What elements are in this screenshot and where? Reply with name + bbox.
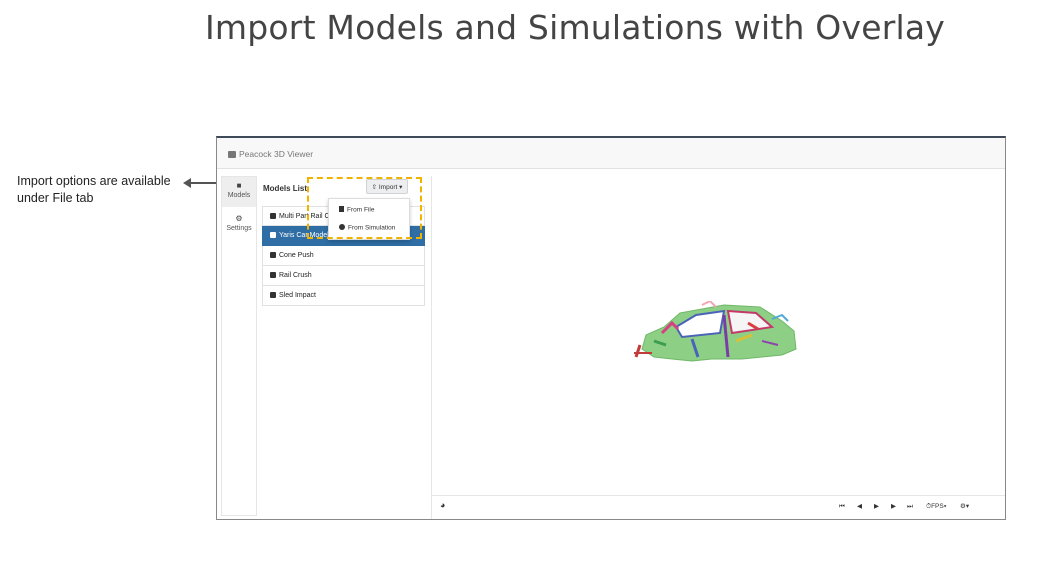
app-title: Peacock 3D Viewer	[228, 149, 313, 159]
highlight-box	[307, 177, 422, 239]
fps-dropdown[interactable]: ⏱FPS▾	[926, 503, 946, 511]
cube-icon	[270, 251, 276, 258]
car-model-render	[634, 301, 797, 362]
list-item[interactable]: Rail Crush	[262, 266, 425, 286]
app-title-text: Peacock 3D Viewer	[239, 149, 314, 159]
cube-icon	[228, 151, 236, 158]
settings-dropdown[interactable]: ⚙▾	[960, 503, 969, 511]
3d-viewport[interactable]	[432, 176, 1005, 495]
skip-to-end-icon[interactable]: ⏭	[907, 503, 913, 511]
models-list-heading: Models List	[263, 184, 308, 193]
cube-icon	[270, 271, 276, 278]
viewer-panel: ◕ ⏮ ◀ ▶ ▶ ⏭ ⏱FPS▾ ⚙▾	[431, 176, 1005, 519]
step-back-icon[interactable]: ◀	[857, 503, 862, 511]
caret-down-icon: ▾	[943, 503, 947, 510]
list-item-label: Rail Crush	[279, 272, 312, 279]
gear-icon: ⚙	[235, 214, 243, 223]
list-item-label: Sled Impact	[279, 292, 316, 299]
list-item-label: Cone Push	[279, 252, 314, 259]
tab-settings-label: Settings	[226, 225, 252, 232]
playback-toolbar: ◕ ⏮ ◀ ▶ ▶ ⏭ ⏱FPS▾ ⚙▾	[432, 495, 1005, 520]
skip-to-start-icon[interactable]: ⏮	[839, 503, 845, 511]
cube-icon	[270, 231, 276, 238]
list-item[interactable]: Sled Impact	[262, 286, 425, 306]
tab-models-label: Models	[227, 192, 251, 199]
tab-settings[interactable]: ⚙ Settings	[222, 210, 256, 240]
cube-icon	[270, 212, 276, 219]
slide-title: Import Models and Simulations with Overl…	[204, 8, 945, 47]
callout-text: Import options are available under File …	[17, 174, 171, 205]
caret-down-icon: ▾	[965, 503, 970, 510]
fps-label: FPS	[931, 503, 944, 510]
sidebar: ■ Models ⚙ Settings	[221, 176, 257, 516]
step-forward-icon[interactable]: ▶	[891, 503, 896, 511]
cube-icon	[270, 291, 276, 298]
pie-chart-icon[interactable]: ◕	[440, 501, 445, 510]
callout-arrow-icon	[183, 178, 191, 188]
app-header: Peacock 3D Viewer	[217, 138, 1005, 169]
play-icon[interactable]: ▶	[874, 503, 879, 511]
tab-models[interactable]: ■ Models	[222, 177, 256, 207]
list-item[interactable]: Cone Push	[262, 246, 425, 266]
cube-icon: ■	[236, 181, 242, 190]
